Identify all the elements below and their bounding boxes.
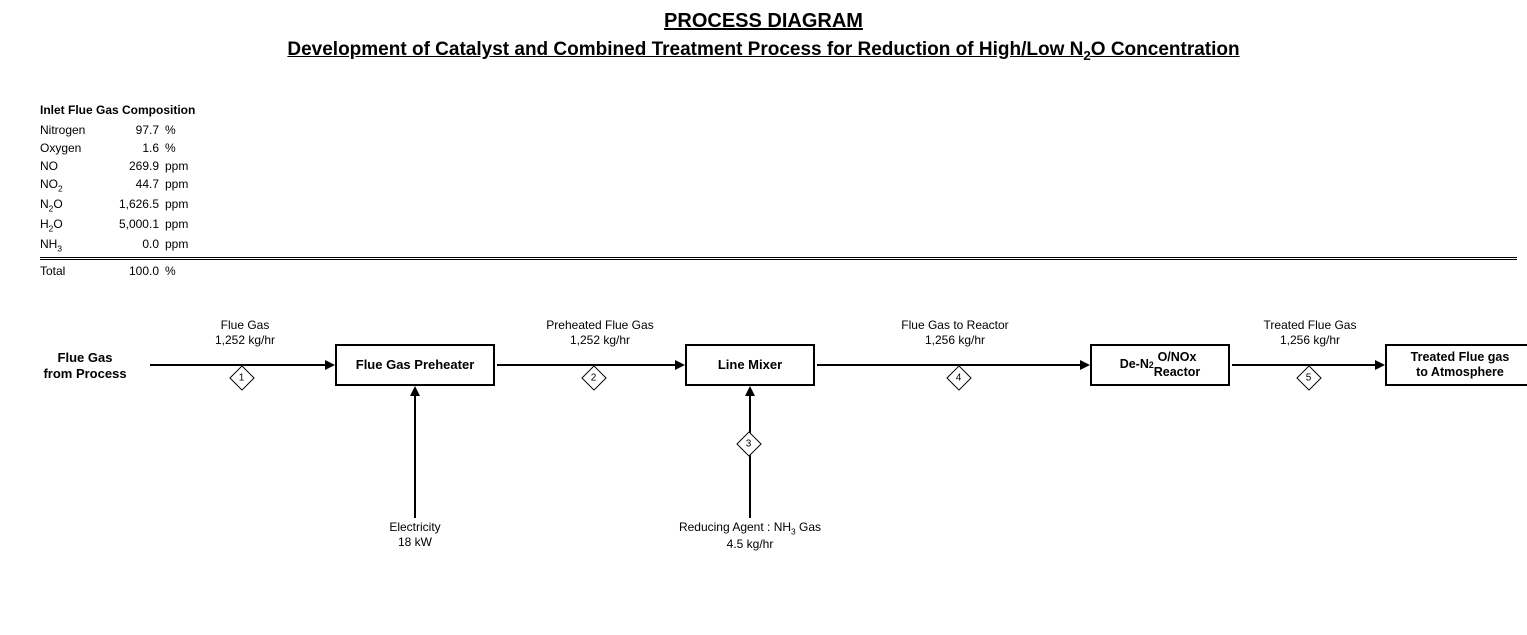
comp-name: H2O xyxy=(40,215,110,235)
stream-marker-5: 5 xyxy=(1296,365,1321,390)
electricity-label: Electricity18 kW xyxy=(360,520,470,550)
comp-value: 1.6 xyxy=(110,139,165,157)
total-label: Total xyxy=(40,262,110,280)
stream-marker-2: 2 xyxy=(581,365,606,390)
composition-row: N2O1,626.5ppm xyxy=(40,195,1517,215)
composition-row: H2O5,000.1ppm xyxy=(40,215,1517,235)
page-subtitle: Development of Catalyst and Combined Tre… xyxy=(10,39,1517,63)
title-block: PROCESS DIAGRAM Development of Catalyst … xyxy=(10,10,1517,63)
comp-unit: ppm xyxy=(165,195,205,215)
comp-value: 5,000.1 xyxy=(110,215,165,235)
comp-unit: % xyxy=(165,139,205,157)
reducing-agent-label: Reducing Agent : NH3 Gas4.5 kg/hr xyxy=(665,520,835,552)
stream-1-label: Flue Gas1,252 kg/hr xyxy=(175,318,315,348)
box-reactor: De-N2O/NOxReactor xyxy=(1090,344,1230,386)
composition-row: Oxygen1.6% xyxy=(40,139,1517,157)
page-title: PROCESS DIAGRAM xyxy=(10,10,1517,33)
arrow-stream-4 xyxy=(817,364,1088,366)
stream-4-label: Flue Gas to Reactor1,256 kg/hr xyxy=(875,318,1035,348)
process-diagram: Flue Gasfrom Process Flue Gas Preheater … xyxy=(20,320,1507,550)
box-mixer: Line Mixer xyxy=(685,344,815,386)
arrow-stream-2 xyxy=(497,364,683,366)
composition-row: Nitrogen97.7% xyxy=(40,121,1517,139)
comp-value: 97.7 xyxy=(110,121,165,139)
comp-name: Oxygen xyxy=(40,139,110,157)
composition-table: Inlet Flue Gas Composition Nitrogen97.7%… xyxy=(40,103,1517,280)
arrow-electricity xyxy=(414,388,416,518)
composition-row: NH30.0ppm xyxy=(40,235,1517,255)
comp-value: 0.0 xyxy=(110,235,165,255)
comp-unit: ppm xyxy=(165,175,205,195)
composition-row: NO269.9ppm xyxy=(40,157,1517,175)
composition-title: Inlet Flue Gas Composition xyxy=(40,103,1517,117)
composition-total-row: Total 100.0 % xyxy=(40,262,1517,280)
comp-name: NO2 xyxy=(40,175,110,195)
comp-unit: % xyxy=(165,121,205,139)
comp-name: N2O xyxy=(40,195,110,215)
comp-name: NH3 xyxy=(40,235,110,255)
box-sink: Treated Flue gasto Atmosphere xyxy=(1385,344,1527,386)
composition-row: NO244.7ppm xyxy=(40,175,1517,195)
total-value: 100.0 xyxy=(110,262,165,280)
stream-5-label: Treated Flue Gas1,256 kg/hr xyxy=(1235,318,1385,348)
comp-name: NO xyxy=(40,157,110,175)
comp-unit: ppm xyxy=(165,157,205,175)
comp-value: 44.7 xyxy=(110,175,165,195)
comp-name: Nitrogen xyxy=(40,121,110,139)
comp-unit: ppm xyxy=(165,215,205,235)
stream-2-label: Preheated Flue Gas1,252 kg/hr xyxy=(520,318,680,348)
stream-marker-1: 1 xyxy=(229,365,254,390)
box-preheater: Flue Gas Preheater xyxy=(335,344,495,386)
comp-value: 269.9 xyxy=(110,157,165,175)
comp-unit: ppm xyxy=(165,235,205,255)
source-label: Flue Gasfrom Process xyxy=(20,350,150,383)
stream-marker-3: 3 xyxy=(736,431,761,456)
comp-value: 1,626.5 xyxy=(110,195,165,215)
total-unit: % xyxy=(165,262,205,280)
stream-marker-4: 4 xyxy=(946,365,971,390)
